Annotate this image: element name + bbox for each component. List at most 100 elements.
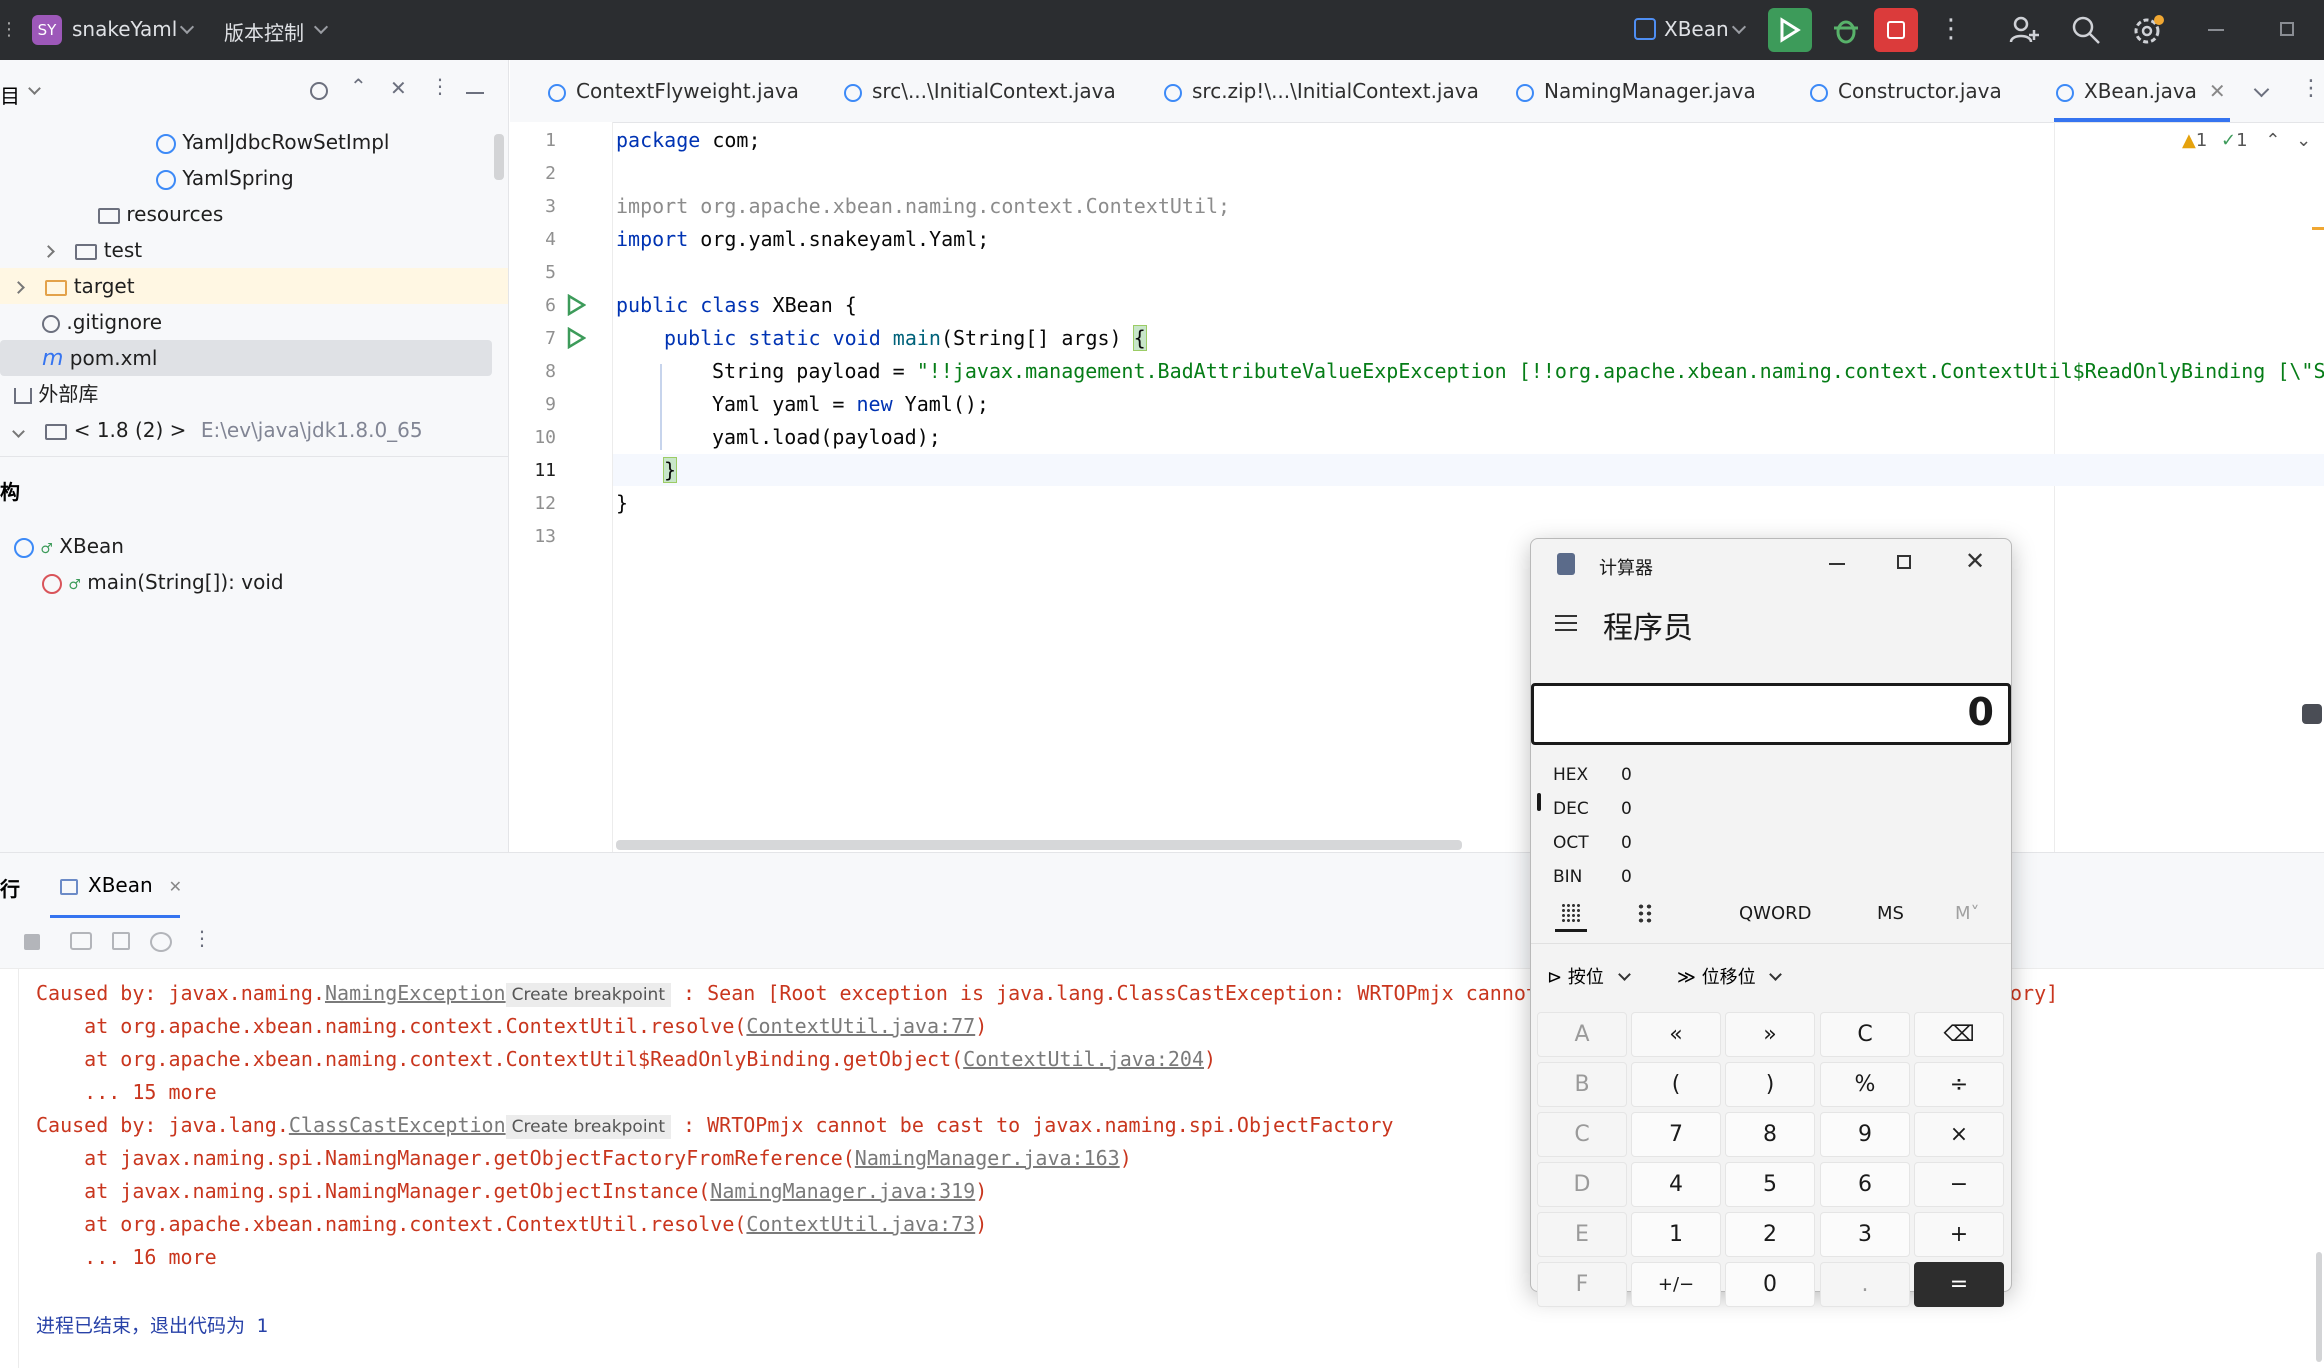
base-hex-label[interactable]: HEX [1553, 765, 1588, 785]
key-hex-b[interactable]: B [1537, 1062, 1627, 1107]
structure-item-method[interactable]: ♂ main(String[]): void [42, 564, 284, 600]
prev-highlight-icon[interactable]: ⌃ [2265, 130, 2280, 151]
key-equals[interactable]: = [1914, 1262, 2004, 1307]
code-line-1[interactable]: package com; [616, 128, 761, 152]
key-8[interactable]: 8 [1725, 1112, 1815, 1157]
memory-recall-button[interactable]: M˅ [1955, 903, 1980, 924]
key-9[interactable]: 9 [1820, 1112, 1910, 1157]
tree-item-gitignore[interactable]: .gitignore [42, 304, 162, 340]
tree-scrollbar[interactable] [494, 134, 504, 180]
vcs-chevron-icon[interactable] [313, 19, 329, 35]
settings-gear-icon[interactable] [2130, 12, 2166, 48]
tab-namingmanager[interactable]: NamingManager.java [1516, 60, 1756, 122]
calc-maximize-button[interactable] [1897, 555, 1911, 569]
key-clear[interactable]: C [1820, 1012, 1910, 1057]
key-5[interactable]: 5 [1725, 1162, 1815, 1207]
stop-run-icon[interactable] [24, 934, 40, 950]
screenshot-icon[interactable] [70, 932, 92, 950]
key-add[interactable]: + [1914, 1212, 2004, 1257]
key-percent[interactable]: % [1820, 1062, 1910, 1107]
key-6[interactable]: 6 [1820, 1162, 1910, 1207]
tab-initialcontext-zip[interactable]: src.zip!\...\InitialContext.java [1164, 60, 1479, 122]
code-line-12[interactable]: } [616, 491, 628, 515]
key-7[interactable]: 7 [1631, 1112, 1721, 1157]
restore-layout-icon[interactable] [112, 932, 130, 950]
structure-item-class[interactable]: ♂ XBean [14, 528, 124, 564]
base-oct-label[interactable]: OCT [1553, 833, 1589, 853]
horizontal-scrollbar[interactable] [616, 840, 1462, 850]
console-scrollbar[interactable] [2316, 1252, 2322, 1362]
tree-item-external-libs[interactable]: 外部库 [14, 376, 98, 412]
scroll-map-marker[interactable] [2302, 704, 2322, 724]
hide-panel-icon[interactable] [466, 92, 484, 94]
project-dropdown-chevron-icon[interactable] [179, 19, 195, 35]
tree-item-pom[interactable]: m pom.xml [42, 340, 157, 376]
code-line-4[interactable]: import org.yaml.snakeyaml.Yaml; [616, 227, 989, 251]
source-link[interactable]: ContextUtil.java:73 [746, 1212, 975, 1236]
source-link[interactable]: NamingManager.java:163 [855, 1146, 1120, 1170]
tree-item-resources[interactable]: resources [98, 196, 223, 232]
key-3[interactable]: 3 [1820, 1212, 1910, 1257]
create-breakpoint-chip[interactable]: Create breakpoint [505, 983, 671, 1007]
stop-button[interactable] [1874, 8, 1918, 52]
key-hex-f[interactable]: F [1537, 1262, 1627, 1307]
code-line-8[interactable]: String payload = "!!javax.management.Bad… [712, 359, 2324, 383]
close-tab-icon[interactable]: ✕ [169, 877, 182, 896]
key-2[interactable]: 2 [1725, 1212, 1815, 1257]
debug-button[interactable] [1826, 10, 1866, 50]
tree-item-yamljdbc[interactable]: YamlJdbcRowSetImpl [156, 124, 389, 160]
maximize-window-button[interactable] [2280, 22, 2294, 36]
word-size-button[interactable]: QWORD [1739, 903, 1812, 924]
key-hex-a[interactable]: A [1537, 1012, 1627, 1057]
bitshift-dropdown[interactable]: ≫ 位移位 [1677, 963, 1783, 989]
navigation-menu-icon[interactable] [1555, 615, 1577, 631]
key-multiply[interactable]: × [1914, 1112, 2004, 1157]
calc-close-button[interactable]: ✕ [1965, 547, 1985, 575]
collapse-all-icon[interactable]: ✕ [390, 76, 407, 100]
key-negate[interactable]: +/− [1631, 1262, 1721, 1307]
close-tab-icon[interactable]: ✕ [2209, 79, 2226, 103]
bitwise-dropdown[interactable]: ⊳ 按位 [1547, 963, 1631, 989]
chevron-down-icon[interactable] [12, 425, 25, 438]
run-config-selector[interactable]: XBean [1664, 17, 1729, 41]
source-link[interactable]: ContextUtil.java:77 [746, 1014, 975, 1038]
calc-minimize-button[interactable] [1829, 563, 1845, 565]
exception-link[interactable]: NamingException [325, 981, 506, 1005]
key-close-paren[interactable]: ) [1725, 1062, 1815, 1107]
project-name[interactable]: snakeYaml [72, 17, 177, 41]
run-tab-xbean[interactable]: XBean ✕ [60, 873, 182, 897]
tab-initialcontext-src[interactable]: src\...\InitialContext.java [844, 60, 1116, 122]
key-backspace[interactable]: ⌫ [1914, 1012, 2004, 1057]
code-line-3[interactable]: import org.apache.xbean.naming.context.C… [616, 194, 1230, 218]
source-link[interactable]: ContextUtil.java:204 [963, 1047, 1204, 1071]
project-panel-header[interactable]: 目 [0, 80, 20, 109]
key-rotate-left[interactable]: « [1631, 1012, 1721, 1057]
minimize-window-button[interactable] [2208, 29, 2224, 31]
locate-file-icon[interactable] [310, 82, 328, 100]
tab-list-chevron-icon[interactable] [2253, 81, 2270, 98]
tab-xbean[interactable]: XBean.java ✕ [2056, 60, 2226, 122]
key-subtract[interactable]: − [1914, 1162, 2004, 1207]
panel-options-icon[interactable]: ⋮ [430, 74, 450, 98]
key-hex-e[interactable]: E [1537, 1212, 1627, 1257]
key-1[interactable]: 1 [1631, 1212, 1721, 1257]
next-highlight-icon[interactable]: ⌄ [2296, 130, 2311, 151]
rerun-button[interactable] [1768, 8, 1812, 52]
chevron-right-icon[interactable] [42, 245, 55, 258]
tab-constructor[interactable]: Constructor.java [1810, 60, 2002, 122]
base-dec-label[interactable]: DEC [1553, 799, 1589, 819]
tree-item-yamlspring[interactable]: YamlSpring [156, 160, 294, 196]
bit-toggle-keypad-icon[interactable] [1637, 903, 1653, 923]
create-breakpoint-chip[interactable]: Create breakpoint [505, 1115, 671, 1139]
inspection-widget[interactable]: ▲1 ✓1 ⌃ ⌄ [2182, 130, 2311, 151]
key-decimal[interactable]: . [1820, 1262, 1910, 1307]
key-open-paren[interactable]: ( [1631, 1062, 1721, 1107]
structure-panel-header[interactable]: 构 [0, 476, 20, 505]
tab-options-icon[interactable]: ⋮ [2300, 76, 2322, 101]
code-line-11[interactable]: } [662, 457, 678, 483]
code-line-6[interactable]: public class XBean { [616, 293, 857, 317]
project-badge[interactable]: SY [32, 15, 62, 45]
search-icon[interactable] [2070, 14, 2102, 46]
header-chevron-icon[interactable] [28, 82, 41, 95]
key-hex-c[interactable]: C [1537, 1112, 1627, 1157]
